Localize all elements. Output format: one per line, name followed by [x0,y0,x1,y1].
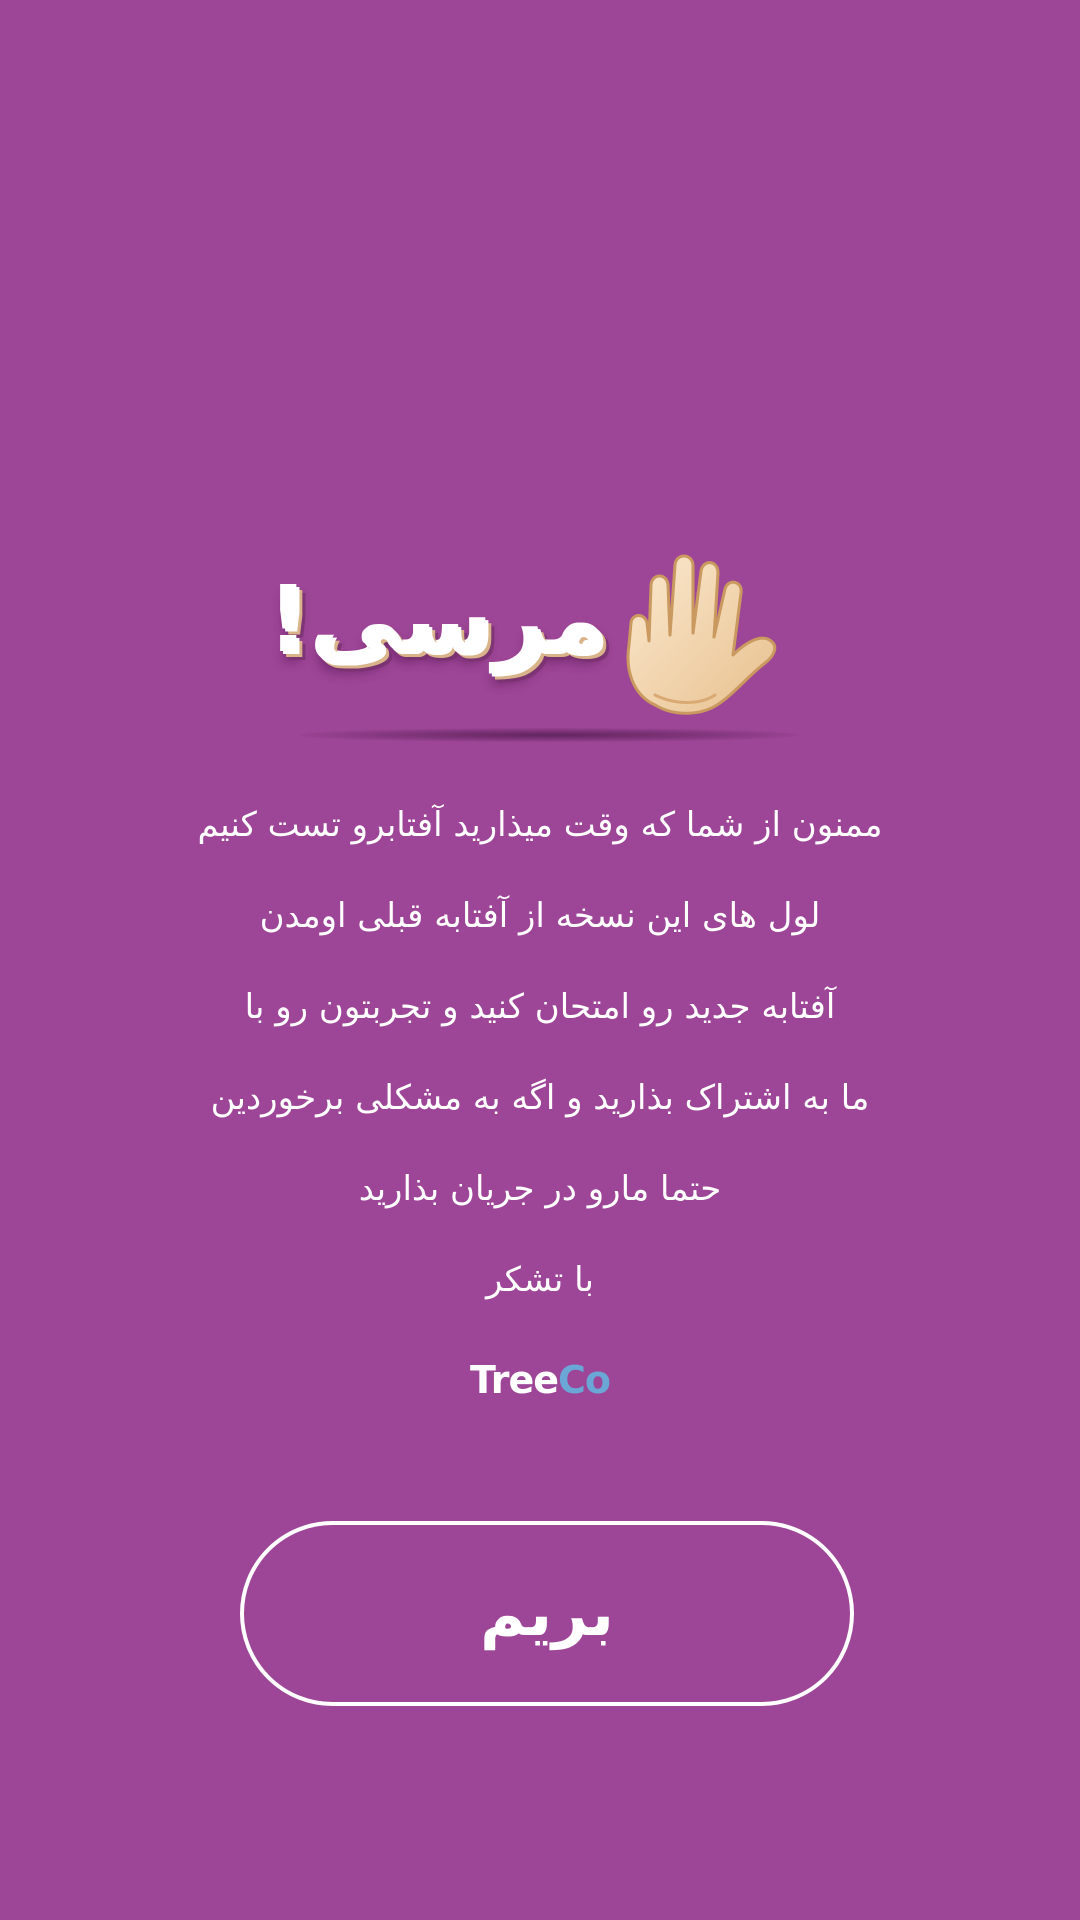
title-banner: مرسی! [270,545,780,720]
lets-go-button[interactable]: بریم [240,1521,854,1706]
message-body: ممنون از شما که وقت میذارید آفتابرو تست … [140,780,940,1326]
signoff-line: با تشکر [486,1260,594,1300]
message-line: ما به اشتراک بذارید و اگه به مشکلی برخور… [210,1078,870,1118]
message-line: آفتابه جدید رو امتحان کنید و تجربتون رو … [244,987,836,1027]
message-line: ممنون از شما که وقت میذارید آفتابرو تست … [197,805,883,845]
raised-hand-icon [626,554,777,715]
message-line: حتما مارو در جریان بذارید [358,1169,722,1209]
thank-you-screen: مرسی! ممنون از شما که وقت میذارید آفتابر… [0,0,1080,1920]
message-line: لول های این نسخه از آفتابه قبلی اومدن [259,896,821,936]
title-shadow [300,728,800,742]
brand-logo-part2: Co [558,1358,611,1402]
page-title: مرسی! [270,569,610,676]
brand-logo-part1: Tree [469,1358,559,1402]
treeco-logo: TreeCo [0,1350,1080,1410]
